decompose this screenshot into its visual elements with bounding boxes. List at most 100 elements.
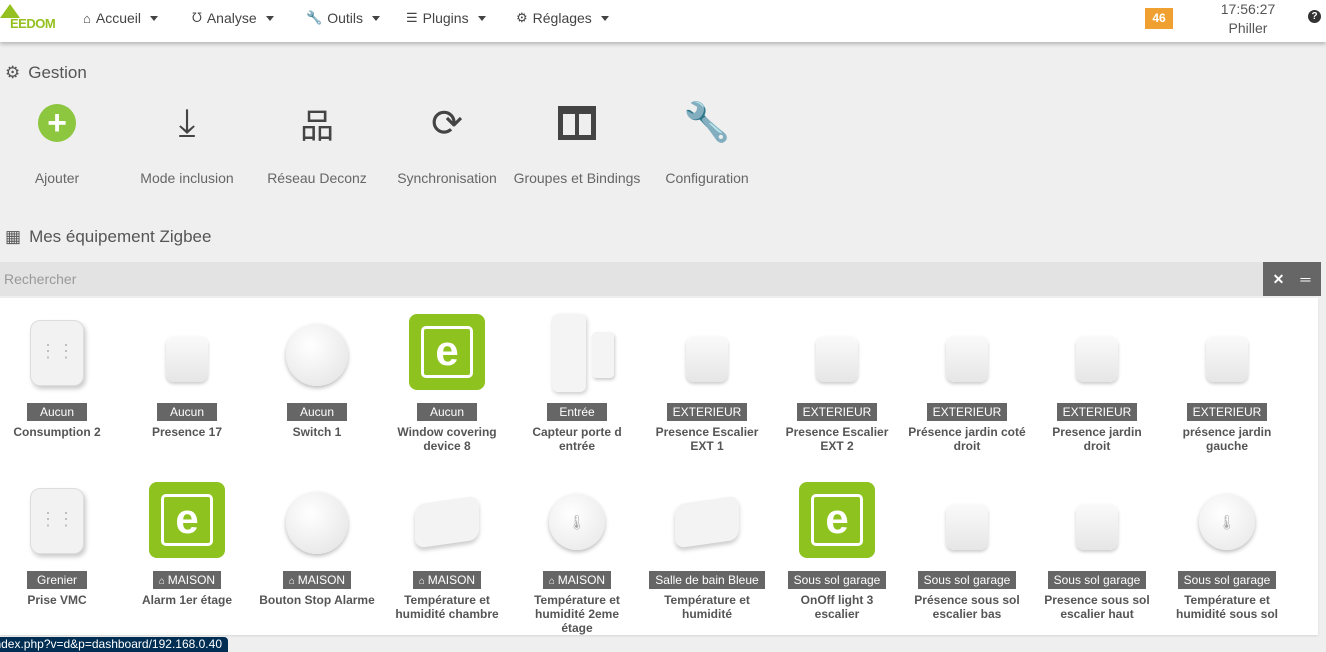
equipment-name: Presence Escalier EXT 2 [785, 425, 889, 453]
user-name[interactable]: Philler [1205, 19, 1291, 38]
object-badge: EXTERIEUR [796, 403, 878, 421]
action-synchronisation[interactable]: ⟳ Synchronisation [382, 100, 512, 188]
caret-down-icon [265, 15, 274, 21]
clock-user: 17:56:27 Philler [1205, 0, 1291, 38]
equipment-name: Température et humidité 2eme étage [534, 593, 620, 635]
smart-plug-image: ⋮⋮ [0, 482, 122, 562]
equipment-name: Température et humidité [664, 593, 750, 621]
caret-down-icon [150, 15, 158, 21]
clock: 17:56:27 [1220, 1, 1276, 17]
equipment-name: OnOff light 3 escalier [800, 593, 874, 621]
equipment-card[interactable]: Sous sol garage Presence sous sol escalie… [1032, 482, 1162, 621]
table-icon: ▦ [5, 227, 22, 246]
round-temp-sensor-image: 🌡 [1162, 482, 1292, 562]
menu-plugins[interactable]: ☰ Plugins [406, 0, 486, 36]
equipment-card[interactable]: EXTERIEUR Presence jardin droit [1032, 314, 1162, 453]
enocean-logo-image: e [382, 314, 512, 394]
object-badge: EXTERIEUR [926, 403, 1008, 421]
object-badge: EXTERIEUR [1186, 403, 1268, 421]
object-badge: ⌂ MAISON [412, 571, 482, 589]
equipements-title: ▦ Mes équipement Zigbee [5, 227, 212, 246]
message-count-badge[interactable]: 46 [1145, 8, 1173, 29]
equipment-name: Prise VMC [27, 593, 87, 607]
equipment-name: Consumption 2 [13, 425, 101, 439]
equipment-card[interactable]: Sous sol garage Présence sous sol escalie… [902, 482, 1032, 621]
button-switch-image [252, 314, 382, 394]
equipment-card[interactable]: EXTERIEUR présence jardin gauche [1162, 314, 1292, 453]
door-sensor-image [512, 314, 642, 394]
equipment-name: Presence Escalier EXT 1 [655, 425, 759, 453]
equipment-name: Capteur porte d entrée [532, 425, 622, 453]
equipment-card[interactable]: EXTERIEUR Presence Escalier EXT 1 [642, 314, 772, 453]
stethoscope-icon: ᘮ [192, 10, 202, 25]
equipment-card[interactable]: Entrée Capteur porte d entrée [512, 314, 642, 453]
button-switch-image [252, 482, 382, 562]
collapse-button[interactable]: ═ [1290, 262, 1321, 296]
temp-humidity-cube-image [642, 482, 772, 562]
plus-circle-icon: + [0, 100, 122, 146]
home-icon: ⌂ [288, 576, 298, 587]
equipment-card[interactable]: Aucun Switch 1 [252, 314, 382, 439]
home-icon: ⌂ [83, 10, 91, 26]
motion-sensor-image [1032, 314, 1162, 394]
motion-sensor-image [1032, 482, 1162, 562]
equipment-card[interactable]: e Aucun Window covering device 8 [382, 314, 512, 453]
wrench-icon: 🔧 [683, 102, 731, 144]
equipment-name: Température et humidité chambre [395, 593, 499, 621]
cog-icon: ⚙ [5, 63, 21, 82]
equipment-card[interactable]: ⋮⋮ Aucun Consumption 2 [0, 314, 122, 439]
action-configuration[interactable]: 🔧 Configuration [642, 100, 772, 188]
equipment-card[interactable]: ⌂ MAISON Température et humidité chambre [382, 482, 512, 621]
help-icon[interactable]: ? [1308, 10, 1321, 23]
wrench-icon: 🔧 [306, 10, 323, 25]
equipment-card[interactable]: Salle de bain Bleue Température et humidi… [642, 482, 772, 621]
equipment-card[interactable]: ⌂ MAISON Bouton Stop Alarme [252, 482, 382, 607]
menu-accueil[interactable]: ⌂ Accueil [83, 0, 158, 36]
object-badge: Sous sol garage [917, 571, 1017, 589]
object-badge: Sous sol garage [1177, 571, 1277, 589]
motion-sensor-image [902, 314, 1032, 394]
menu-outils[interactable]: 🔧 Outils [306, 0, 380, 36]
equipment-card[interactable]: e ⌂ MAISON Alarm 1er étage [122, 482, 252, 607]
equipment-card[interactable]: 🌡 ⌂ MAISON Température et humidité 2eme ét… [512, 482, 642, 635]
equipment-card[interactable]: EXTERIEUR Presence Escalier EXT 2 [772, 314, 902, 453]
equipment-card[interactable]: e Sous sol garage OnOff light 3 escalier [772, 482, 902, 621]
equipment-card[interactable]: Aucun Presence 17 [122, 314, 252, 439]
action-groupes-et-bindings[interactable]: Groupes et Bindings [512, 100, 642, 188]
smart-plug-image: ⋮⋮ [0, 314, 122, 394]
action-label: Mode inclusion [140, 170, 234, 186]
equipment-name: Alarm 1er étage [141, 593, 233, 607]
object-badge: EXTERIEUR [666, 403, 748, 421]
menu-reglages[interactable]: ⚙ Réglages [516, 0, 609, 36]
action-réseau-deconz[interactable]: 品 Réseau Deconz [252, 100, 382, 188]
equipment-card[interactable]: EXTERIEUR Présence jardin coté droit [902, 314, 1032, 453]
object-badge: Aucun [287, 403, 347, 421]
cog-icon: ⚙ [516, 10, 528, 25]
equipment-card[interactable]: ⋮⋮ Grenier Prise VMC [0, 482, 122, 607]
object-badge: ⌂ MAISON [542, 571, 612, 589]
menu-analyse[interactable]: ᘮ Analyse [192, 0, 274, 36]
equipment-name: Presence sous sol escalier haut [1044, 593, 1150, 621]
motion-sensor-image [1162, 314, 1292, 394]
sitemap-icon: 品 [300, 107, 334, 146]
enocean-logo-image: e [772, 482, 902, 562]
object-badge: Sous sol garage [1047, 571, 1147, 589]
object-badge: ⌂ MAISON [282, 571, 352, 589]
caret-down-icon [477, 15, 486, 21]
object-badge: ⌂ MAISON [152, 571, 222, 589]
motion-sensor-image [902, 482, 1032, 562]
equipment-name: Presence jardin droit [1052, 425, 1142, 453]
equipment-name: Presence 17 [151, 425, 223, 439]
equipment-card[interactable]: 🌡 Sous sol garage Température et humidité … [1162, 482, 1292, 621]
sync-icon: ⟳ [431, 102, 463, 145]
action-label: Configuration [665, 170, 749, 186]
enocean-logo-image: e [122, 482, 252, 562]
object-badge: Entrée [547, 403, 607, 421]
action-label: Ajouter [34, 170, 80, 186]
jeedom-logo[interactable]: EEDOM [0, 4, 70, 38]
action-ajouter[interactable]: + Ajouter [0, 100, 122, 188]
equipment-name: Window covering device 8 [397, 425, 497, 453]
motion-sensor-image [772, 314, 902, 394]
search-input[interactable] [0, 262, 1263, 296]
action-mode-inclusion[interactable]: ⤓ Mode inclusion [122, 100, 252, 188]
